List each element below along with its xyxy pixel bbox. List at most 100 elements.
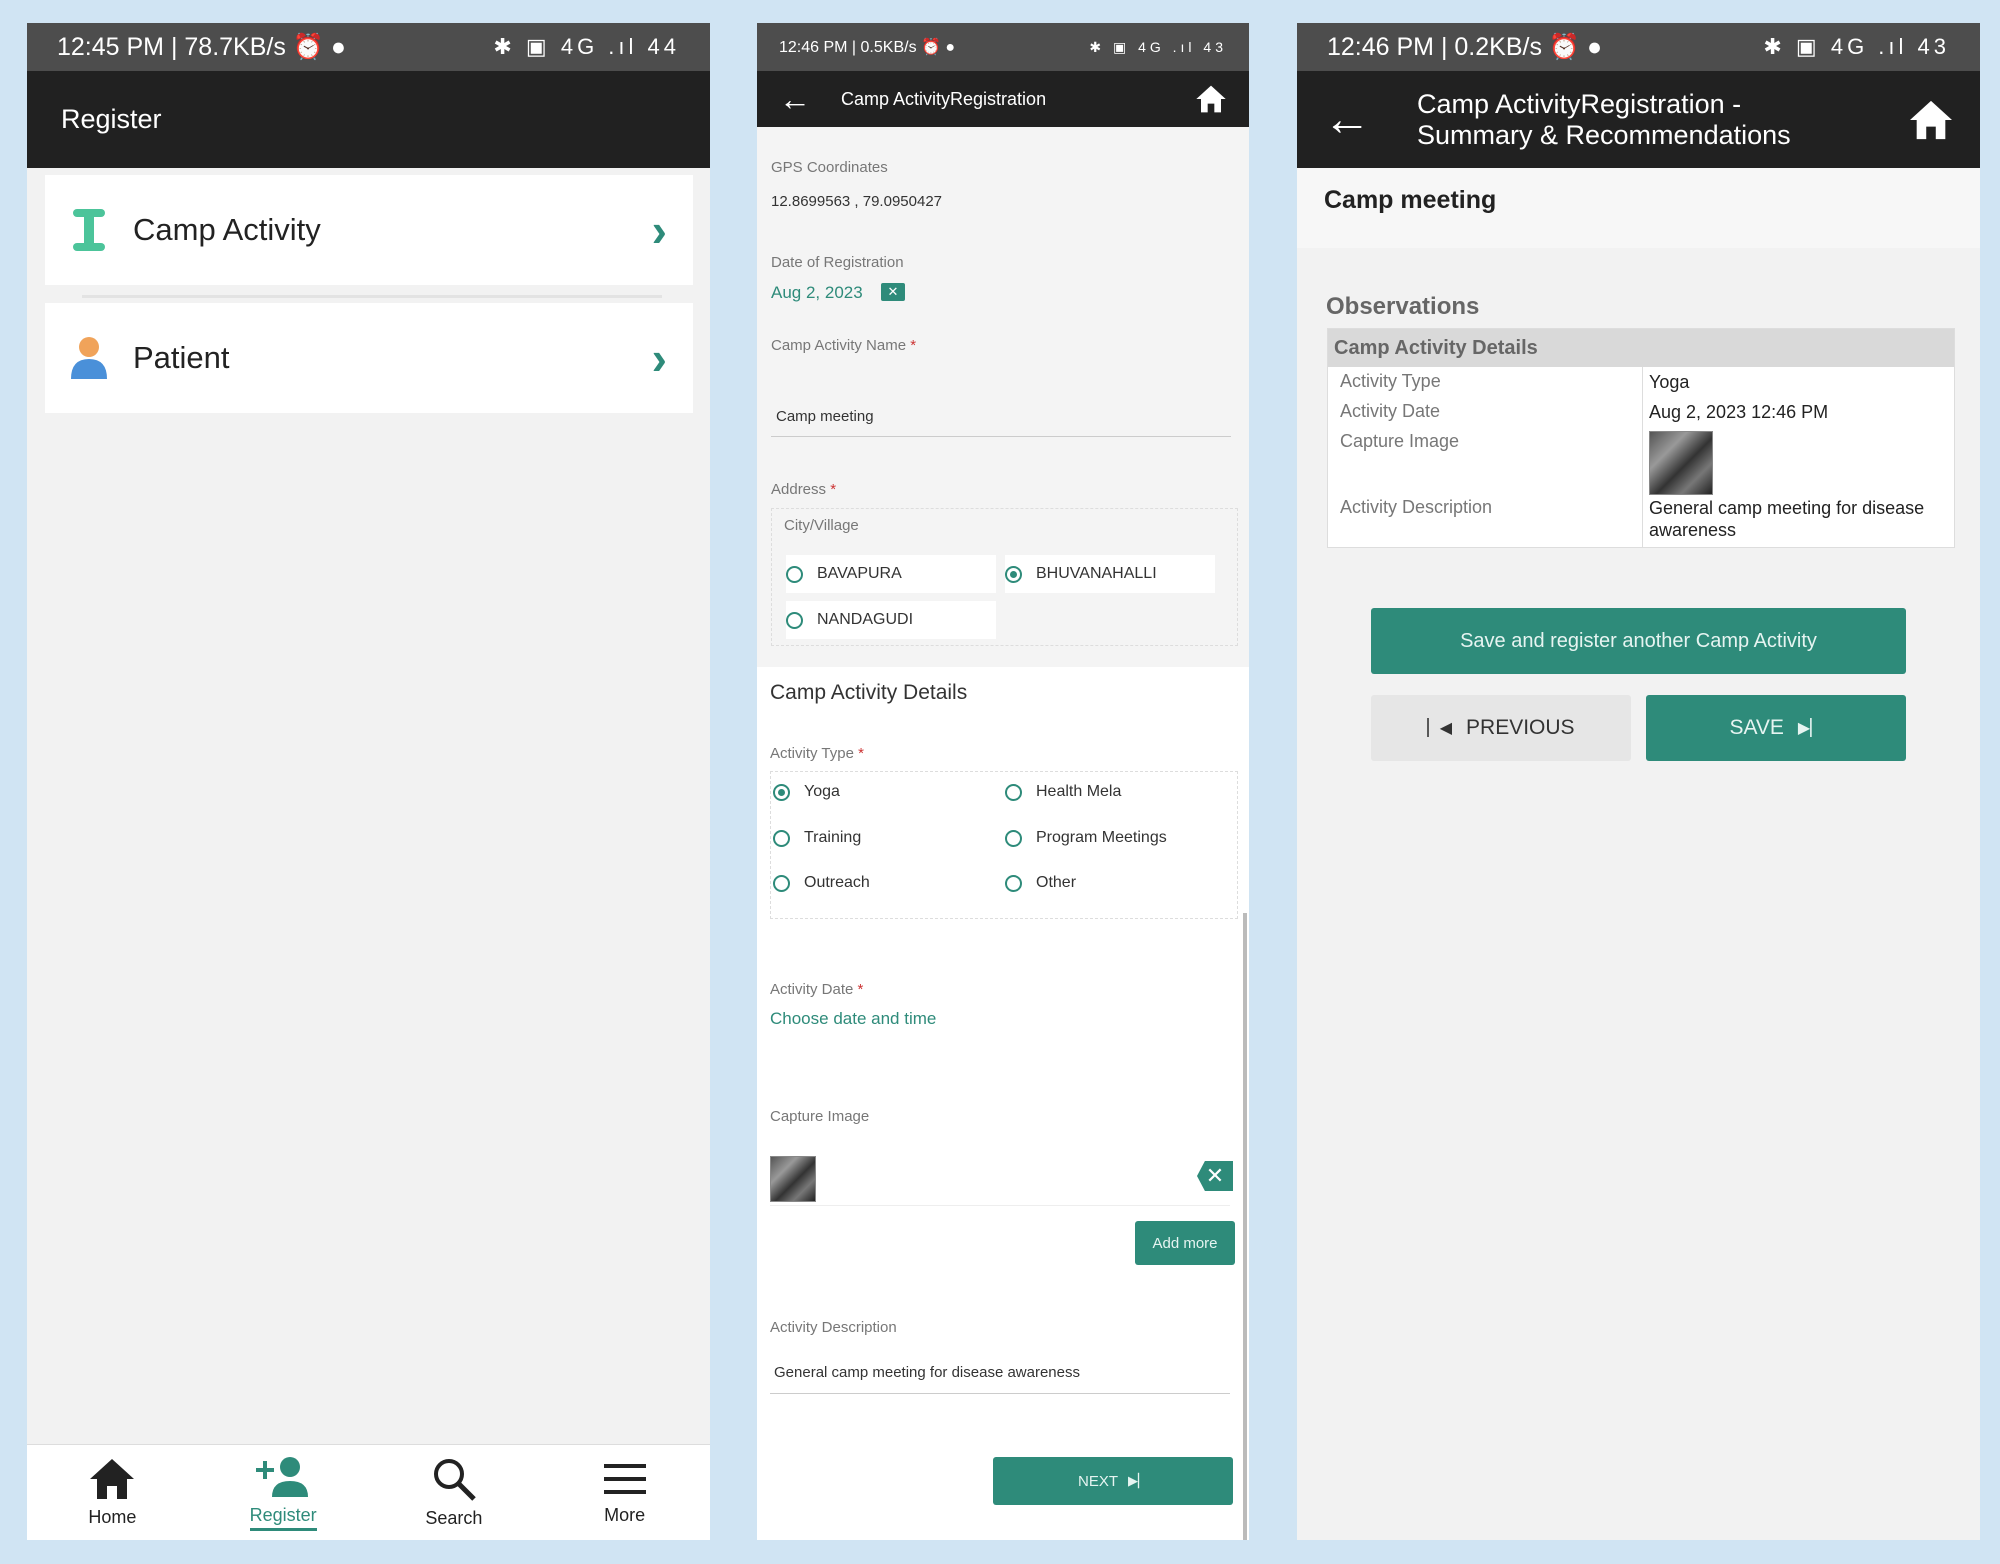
camp-activity-icon [67,207,111,253]
back-arrow-icon[interactable]: ← [779,81,811,118]
radio-type-yoga[interactable]: Yoga [773,783,840,801]
divider [82,295,662,298]
status-bar: 12:46 PM | 0.5KB/s ⏰ ● ✱ ▣ 4G .ıl 43 [757,23,1249,71]
name-underline [771,436,1231,437]
page-title-line1: Camp ActivityRegistration - [1417,88,1742,119]
row-value [1643,427,1954,495]
radio-type-outreach[interactable]: Outreach [773,874,870,892]
type-label: Activity Type * [770,745,864,762]
table-row: Activity Date Aug 2, 2023 12:46 PM [1328,397,1954,427]
city-label: City/Village [784,517,859,534]
home-icon [90,1459,135,1499]
nav-more[interactable]: More [539,1445,710,1540]
page-title: Camp ActivityRegistration - Summary & Re… [1417,89,1908,151]
capture-label: Capture Image [770,1108,870,1125]
home-icon[interactable] [1908,99,1954,141]
camp-activity-item[interactable]: Camp Activity › [45,175,693,285]
row-key: Activity Description [1328,493,1643,547]
row-key: Activity Date [1328,397,1643,427]
menu-icon [603,1464,646,1494]
activity-date-label-text: Activity Date [770,981,854,998]
next-button[interactable]: NEXT ▶▏ [993,1457,1233,1505]
previous-button[interactable]: ▏◀ PREVIOUS [1371,695,1631,761]
radio-type-training[interactable]: Training [773,829,861,847]
app-bar: ← Camp ActivityRegistration - Summary & … [1297,71,1980,168]
chevron-right-icon: › [651,204,667,256]
table-header: Camp Activity Details [1328,329,1954,367]
page-title: Register [61,104,162,134]
capture-underline [770,1205,1230,1206]
save-and-register-another-button[interactable]: Save and register another Camp Activity [1371,608,1906,674]
remove-image-icon[interactable]: ✕ [1197,1161,1233,1191]
radio-label: Health Mela [1036,783,1122,800]
patient-item[interactable]: Patient › [45,303,693,413]
status-right: ✱ ▣ 4G .ıl 44 [493,34,680,59]
radio-city-bavapura[interactable]: BAVAPURA [786,555,996,593]
description-label: Activity Description [770,1319,897,1336]
radio-circle [773,829,790,847]
radio-circle [1005,783,1022,801]
gps-label: GPS Coordinates [771,159,888,176]
radio-label: Training [804,829,862,846]
observations-table: Camp Activity Details Activity Type Yoga… [1327,328,1955,548]
back-arrow-icon[interactable]: ← [1323,92,1371,147]
patient-label: Patient [133,340,230,375]
name-input[interactable]: Camp meeting [776,408,874,425]
description-input[interactable]: General camp meeting for disease awarene… [774,1364,1080,1381]
date-value[interactable]: Aug 2, 2023 [771,283,863,303]
radio-type-program-meetings[interactable]: Program Meetings [1005,829,1167,847]
nav-home-label: Home [88,1507,137,1527]
status-left: 12:46 PM | 0.2KB/s ⏰ ● [1327,32,1603,61]
address-label: Address * [771,481,836,498]
radio-label: BAVAPURA [817,565,902,582]
radio-city-bhuvanahalli[interactable]: BHUVANAHALLI [1005,555,1215,593]
radio-type-other[interactable]: Other [1005,874,1076,892]
search-icon [433,1459,476,1501]
radio-label: Yoga [804,783,840,800]
name-label: Camp Activity Name * [771,337,916,354]
skip-next-icon: ▶▏ [1797,720,1823,737]
skip-next-icon: ▶▏ [1128,1473,1148,1488]
save-button[interactable]: SAVE ▶▏ [1646,695,1906,761]
radio-circle-selected [1005,565,1022,583]
row-value: Yoga [1649,372,1690,392]
radio-label: NANDAGUDI [817,611,914,628]
radio-circle [786,611,803,629]
home-icon[interactable] [1195,84,1227,114]
app-bar: ← Camp ActivityRegistration [757,71,1249,127]
table-row: Activity Description General camp meetin… [1328,493,1954,547]
radio-label: Program Meetings [1036,829,1167,846]
summary-header: Camp meeting [1297,168,1980,248]
status-right: ✱ ▣ 4G .ıl 43 [1089,38,1227,55]
table-row: Activity Type Yoga [1328,367,1954,397]
page-title-line2: Summary & Recommendations [1417,119,1791,150]
summary-heading: Camp meeting [1324,186,1497,214]
nav-home[interactable]: Home [27,1445,198,1540]
app-bar: Register [27,71,710,168]
address-label-text: Address [771,481,827,498]
radio-circle-selected [773,783,790,801]
description-underline [770,1393,1230,1394]
clear-date-icon[interactable]: ✕ [881,283,905,301]
nav-search-label: Search [425,1508,483,1528]
section-title: Camp Activity Details [770,681,968,704]
gps-value: 12.8699563 , 79.0950427 [771,193,942,210]
activity-date-picker[interactable]: Choose date and time [770,1009,936,1029]
row-value: General camp meeting for disease awarene… [1649,498,1925,540]
radio-city-nandagudi[interactable]: NANDAGUDI [786,601,996,639]
skip-previous-icon: ▏◀ [1427,720,1453,737]
required-mark: * [858,745,864,762]
date-label: Date of Registration [771,254,904,271]
nav-search[interactable]: Search [369,1445,540,1540]
radio-type-health-mela[interactable]: Health Mela [1005,783,1121,801]
radio-circle [773,874,790,892]
status-right: ✱ ▣ 4G .ıl 43 [1763,34,1950,59]
add-more-button[interactable]: Add more [1135,1221,1235,1265]
captured-image-thumbnail[interactable] [1649,431,1713,495]
activity-date-label: Activity Date * [770,981,863,998]
observations-title: Observations [1326,293,1480,320]
row-key: Capture Image [1328,427,1643,493]
scrollbar[interactable] [1243,913,1247,1540]
captured-image-thumbnail[interactable] [770,1156,816,1202]
nav-register[interactable]: Register [198,1445,369,1540]
